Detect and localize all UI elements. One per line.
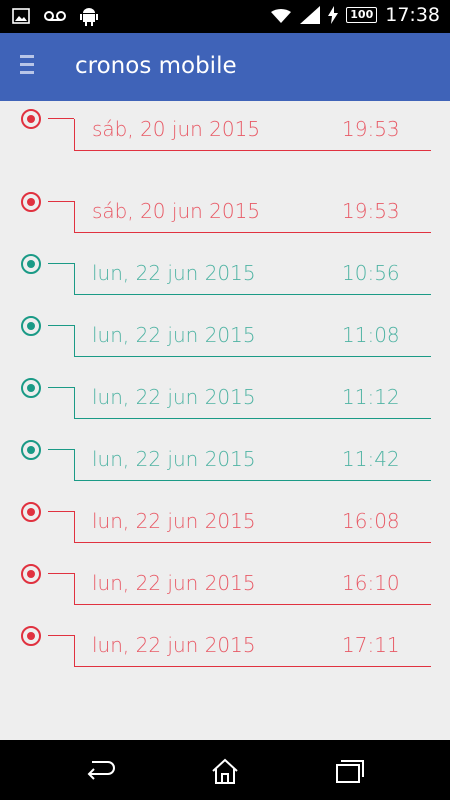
status-bar: 100 17:38 [0,0,450,33]
entry-date: lun, 22 jun 2015 [92,385,256,409]
entry-date: lun, 22 jun 2015 [92,571,256,595]
list-item[interactable]: lun, 22 jun 2015 17:11 [0,618,450,680]
clock-in-icon [21,378,41,398]
connector-line [48,573,74,574]
entry-time: 16:08 [342,509,400,533]
connector-line [48,387,74,388]
clock-in-icon [21,316,41,336]
connector-line [48,118,74,119]
recents-icon[interactable] [334,758,366,784]
entry-time: 11:42 [342,447,400,471]
list-item[interactable]: sáb, 20 jun 2015 19:53 [0,101,450,151]
app-bar: cronos mobile [0,33,450,101]
entry-time: 10:56 [342,261,400,285]
clock-out-icon [21,502,41,522]
navigation-bar [0,740,450,800]
hamburger-icon[interactable] [20,55,38,79]
image-icon [12,8,30,24]
list-item[interactable]: sáb, 20 jun 2015 19:53 [0,184,450,246]
entry-date: lun, 22 jun 2015 [92,509,256,533]
connector-line [48,201,74,202]
list-item[interactable]: lun, 22 jun 2015 11:08 [0,308,450,370]
voicemail-icon [44,11,66,21]
entry-time: 19:53 [342,117,400,141]
entry-time: 16:10 [342,571,400,595]
entry-time: 11:12 [342,385,400,409]
wifi-icon [271,8,292,23]
connector-line [48,449,74,450]
entry-date: lun, 22 jun 2015 [92,633,256,657]
entry-list[interactable]: sáb, 20 jun 2015 19:53 sáb, 20 jun 2015 … [0,101,450,740]
list-item[interactable]: lun, 22 jun 2015 10:56 [0,246,450,308]
list-item[interactable]: lun, 22 jun 2015 16:10 [0,556,450,618]
entry-date: lun, 22 jun 2015 [92,323,256,347]
connector-line [48,263,74,264]
clock-out-icon [21,109,41,129]
connector-line [48,511,74,512]
clock-in-icon [21,254,41,274]
clock: 17:38 [385,4,440,26]
android-icon [80,8,98,26]
entry-date: lun, 22 jun 2015 [92,447,256,471]
entry-time: 19:53 [342,199,400,223]
back-icon[interactable] [84,758,116,784]
list-item[interactable]: lun, 22 jun 2015 16:08 [0,494,450,556]
clock-out-icon [21,564,41,584]
entry-time: 17:11 [342,633,400,657]
battery-icon: 100 [346,7,378,23]
charging-icon [328,6,339,24]
entry-time: 11:08 [342,323,400,347]
entry-date: sáb, 20 jun 2015 [92,117,261,141]
signal-icon [300,6,321,24]
list-item[interactable]: lun, 22 jun 2015 11:42 [0,432,450,494]
home-icon[interactable] [209,758,241,784]
list-item[interactable]: lun, 22 jun 2015 11:12 [0,370,450,432]
app-title: cronos mobile [75,53,237,79]
connector-line [48,635,74,636]
clock-out-icon [21,626,41,646]
clock-out-icon [21,192,41,212]
connector-line [48,325,74,326]
clock-in-icon [21,440,41,460]
entry-date: lun, 22 jun 2015 [92,261,256,285]
entry-date: sáb, 20 jun 2015 [92,199,261,223]
